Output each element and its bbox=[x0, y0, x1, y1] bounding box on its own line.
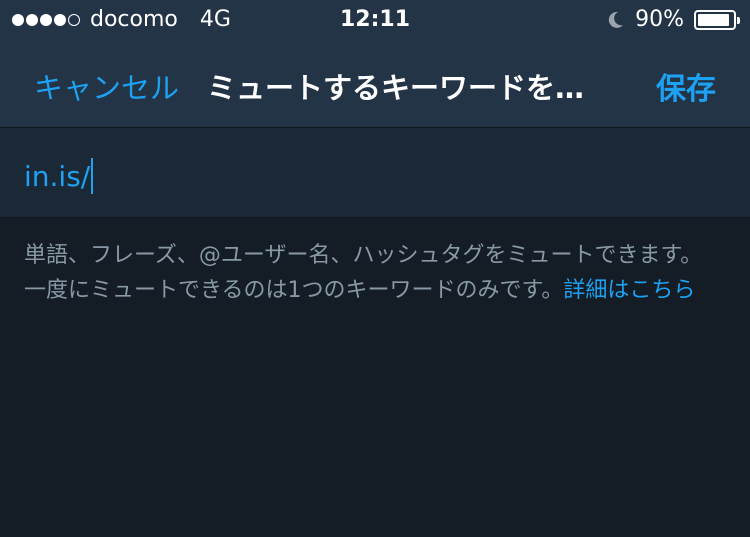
moon-icon bbox=[608, 11, 624, 28]
page-title: ミュートするキーワードを… bbox=[207, 71, 585, 105]
status-bar: docomo 4G 12:11 90% bbox=[0, 0, 750, 40]
navigation-bar: キャンセル ミュートするキーワードを… 保存 bbox=[0, 40, 750, 128]
status-right: 90% bbox=[605, 7, 740, 32]
help-text: 単語、フレーズ、@ユーザー名、ハッシュタグをミュートできます。一度にミュートでき… bbox=[24, 238, 724, 308]
save-button[interactable]: 保存 bbox=[656, 64, 716, 108]
learn-more-link[interactable]: 詳細はこちら bbox=[563, 278, 695, 303]
keyword-input-row[interactable]: in.is/ bbox=[0, 128, 750, 218]
keyword-input-value: in.is/ bbox=[24, 160, 91, 193]
keyword-input[interactable]: in.is/ bbox=[24, 158, 94, 194]
text-cursor bbox=[91, 158, 94, 194]
battery-percent: 90% bbox=[635, 7, 684, 32]
battery-fill bbox=[698, 13, 729, 26]
cancel-button[interactable]: キャンセル bbox=[34, 65, 179, 107]
battery-icon bbox=[694, 9, 740, 30]
mute-keyword-screen: docomo 4G 12:11 90% キャンセル ミュートするキーワードを… … bbox=[0, 0, 750, 537]
